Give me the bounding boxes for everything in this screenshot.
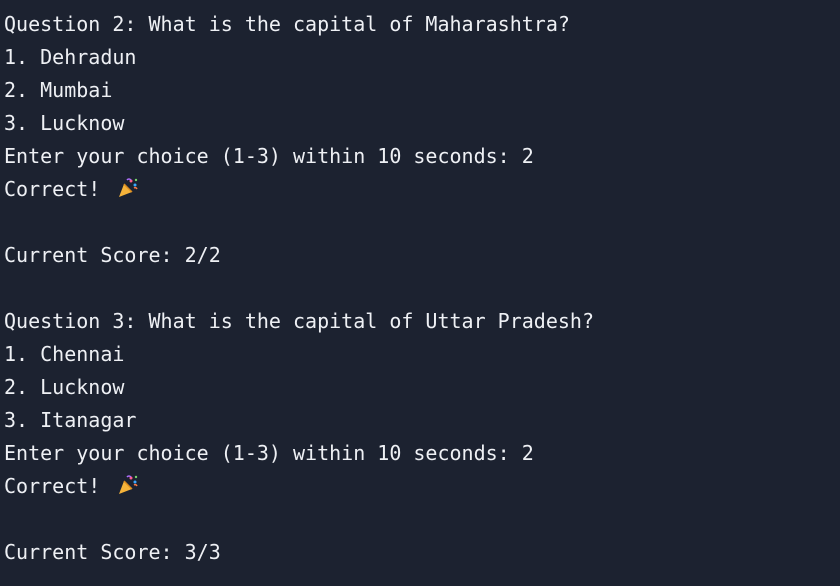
question-2-text: Question 2: What is the capital of Mahar… [4,12,570,36]
q3-result-line: Correct! [4,470,840,503]
q3-option-3: 3. Itanagar [4,408,137,432]
q2-option-1: 1. Dehradun [4,45,137,69]
q2-option-3: 3. Lucknow [4,111,125,135]
question-3-text: Question 3: What is the capital of Uttar… [4,309,595,333]
q2-result-text: Correct! [4,177,113,201]
q3-input-prompt: Enter your choice (1-3) within 10 second… [4,441,534,465]
current-score-3: Current Score: 3/3 [4,540,221,564]
q3-result-text: Correct! [4,474,113,498]
q3-option-1: 1. Chennai [4,342,125,366]
terminal-window[interactable]: Question 2: What is the capital of Mahar… [0,0,840,586]
q2-input-prompt: Enter your choice (1-3) within 10 second… [4,144,534,168]
current-score-2: Current Score: 2/2 [4,243,221,267]
party-popper-icon [116,473,140,497]
q3-option-2: 2. Lucknow [4,375,125,399]
q2-result-line: Correct! [4,173,840,206]
q2-option-2: 2. Mumbai [4,78,113,102]
party-popper-icon [116,176,140,200]
